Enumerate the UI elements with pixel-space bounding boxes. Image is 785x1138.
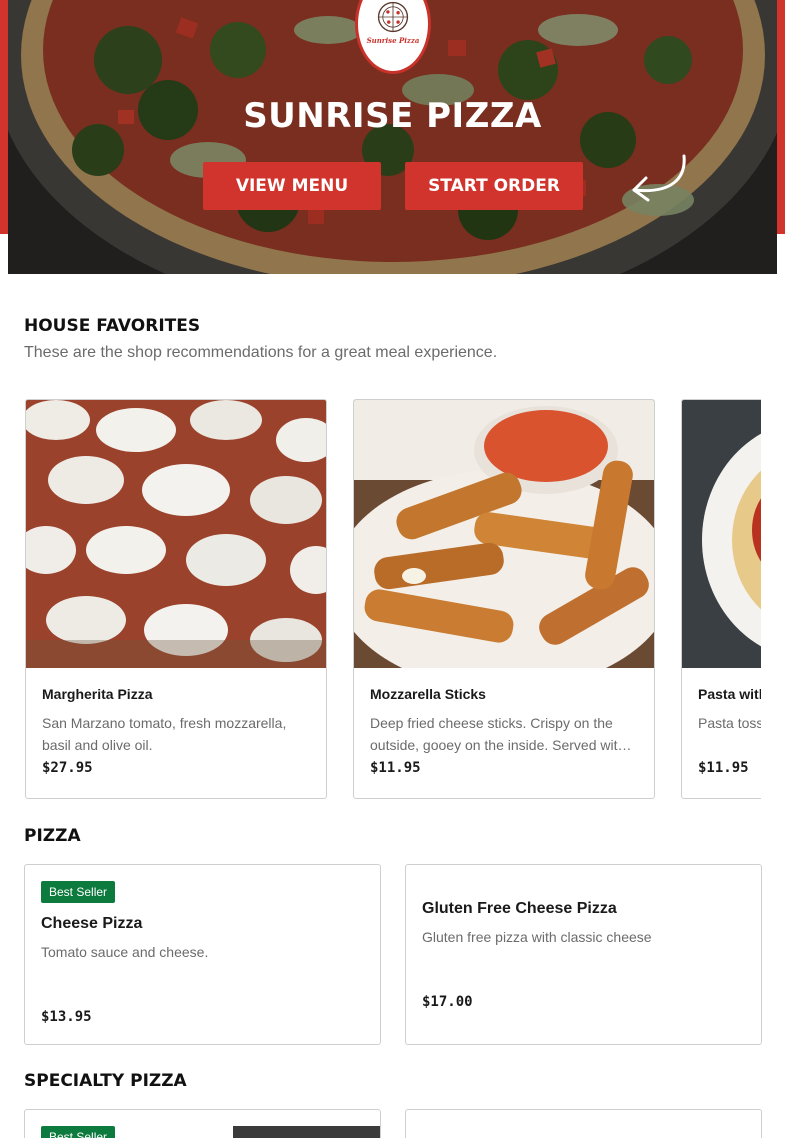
favorites-carousel[interactable]: Margherita Pizza San Marzano tomato, fre… bbox=[25, 399, 761, 799]
pasta-image bbox=[682, 400, 761, 668]
menu-item-name: Gluten Free Cheese Pizza bbox=[422, 900, 617, 917]
start-order-button[interactable]: START ORDER bbox=[405, 162, 583, 210]
favorite-card[interactable]: Pasta with Marinara Pasta tossed in mari… bbox=[681, 399, 761, 799]
favorite-price: $11.95 bbox=[698, 760, 749, 776]
page-title: SUNRISE PIZZA bbox=[243, 96, 542, 136]
favorite-name: Margherita Pizza bbox=[42, 686, 153, 702]
favorite-description: Pasta tossed in marinara sauce. bbox=[698, 715, 761, 731]
menu-item-description: Gluten free pizza with classic cheese bbox=[422, 929, 652, 945]
favorite-description: San Marzano tomato, fresh mozzarella, ba… bbox=[42, 715, 287, 753]
menu-item-card[interactable]: Best Seller bbox=[24, 1109, 381, 1138]
best-seller-badge: Best Seller bbox=[41, 881, 116, 903]
mozzarella-sticks-image bbox=[354, 400, 654, 668]
menu-item-card[interactable] bbox=[405, 1109, 762, 1138]
house-favorites-description: These are the shop recommendations for a… bbox=[24, 344, 498, 361]
logo-wordmark: Sunrise Pizza bbox=[366, 36, 420, 45]
margherita-pizza-image bbox=[26, 400, 326, 668]
favorite-price: $11.95 bbox=[370, 760, 421, 776]
favorite-name: Pasta with Marinara bbox=[698, 686, 761, 702]
menu-item-name: Cheese Pizza bbox=[41, 915, 143, 932]
menu-item-card[interactable]: Gluten Free Cheese Pizza Gluten free piz… bbox=[405, 864, 762, 1045]
menu-item-price: $17.00 bbox=[422, 994, 473, 1010]
favorite-card[interactable]: Mozzarella Sticks Deep fried cheese stic… bbox=[353, 399, 655, 799]
best-seller-badge: Best Seller bbox=[41, 1126, 116, 1138]
curved-arrow-icon bbox=[632, 154, 686, 202]
pizza-logo-icon bbox=[377, 1, 409, 33]
menu-item-card[interactable]: Best Seller Cheese Pizza Tomato sauce an… bbox=[24, 864, 381, 1045]
hero-right-accent bbox=[777, 0, 785, 234]
pizza-heading: PIZZA bbox=[24, 826, 81, 846]
favorite-description: Deep fried cheese sticks. Crispy on the … bbox=[370, 715, 632, 753]
favorite-card[interactable]: Margherita Pizza San Marzano tomato, fre… bbox=[25, 399, 327, 799]
specialty-pizza-heading: SPECIALTY PIZZA bbox=[24, 1071, 187, 1091]
hero-left-accent bbox=[0, 0, 8, 234]
favorite-name: Mozzarella Sticks bbox=[370, 686, 486, 702]
favorite-price: $27.95 bbox=[42, 760, 93, 776]
menu-item-image bbox=[233, 1126, 380, 1138]
hero-banner: Sunrise Pizza SUNRISE PIZZA VIEW MENU ST… bbox=[8, 0, 777, 274]
house-favorites-heading: HOUSE FAVORITES bbox=[24, 316, 201, 336]
view-menu-button[interactable]: VIEW MENU bbox=[203, 162, 381, 210]
menu-item-price: $13.95 bbox=[41, 1009, 92, 1025]
menu-item-description: Tomato sauce and cheese. bbox=[41, 944, 209, 960]
